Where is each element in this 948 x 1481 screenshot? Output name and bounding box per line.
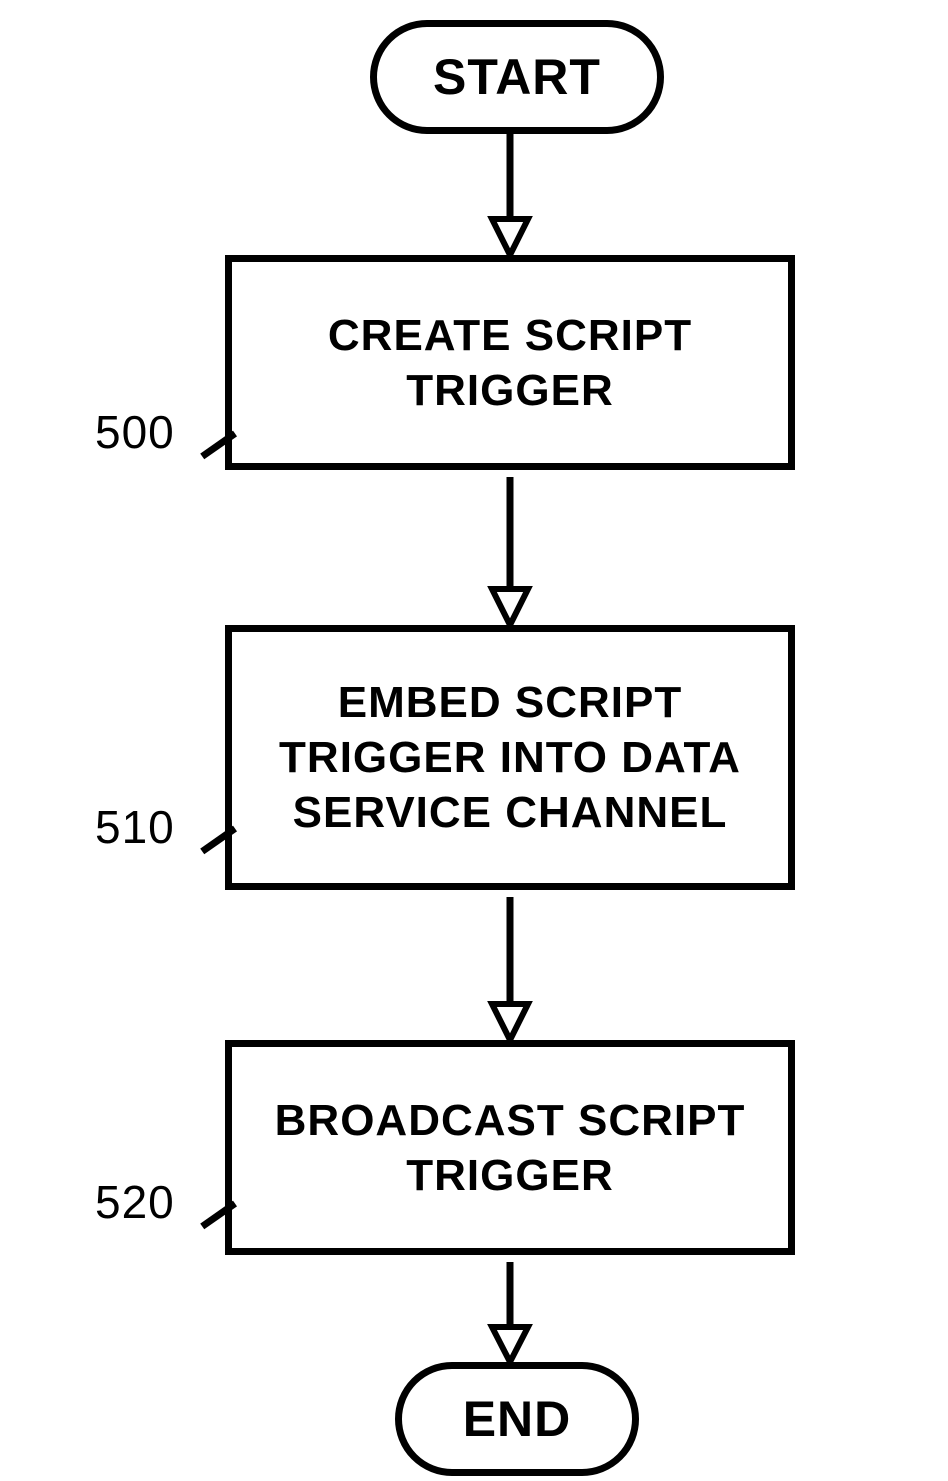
process-create-script-trigger: CREATE SCRIPT TRIGGER bbox=[225, 255, 795, 470]
terminator-start-label: START bbox=[433, 48, 601, 106]
ref-label-500: 500 bbox=[95, 405, 175, 459]
arrow-start-to-step1 bbox=[500, 127, 520, 257]
arrow-step3-to-end bbox=[500, 1262, 520, 1365]
process-step1-text: CREATE SCRIPT TRIGGER bbox=[252, 308, 768, 418]
ref-label-520: 520 bbox=[95, 1175, 175, 1229]
process-step2-text: EMBED SCRIPT TRIGGER INTO DATA SERVICE C… bbox=[252, 675, 768, 840]
arrow-step2-to-step3 bbox=[500, 897, 520, 1042]
process-embed-script-trigger: EMBED SCRIPT TRIGGER INTO DATA SERVICE C… bbox=[225, 625, 795, 890]
ref-label-510: 510 bbox=[95, 800, 175, 854]
flowchart-canvas: START CREATE SCRIPT TRIGGER 500 EMBED SC… bbox=[0, 0, 948, 1481]
terminator-end-label: END bbox=[463, 1390, 572, 1448]
process-step3-text: BROADCAST SCRIPT TRIGGER bbox=[252, 1093, 768, 1203]
terminator-start: START bbox=[370, 20, 664, 134]
terminator-end: END bbox=[395, 1362, 639, 1476]
process-broadcast-script-trigger: BROADCAST SCRIPT TRIGGER bbox=[225, 1040, 795, 1255]
arrow-step1-to-step2 bbox=[500, 477, 520, 627]
